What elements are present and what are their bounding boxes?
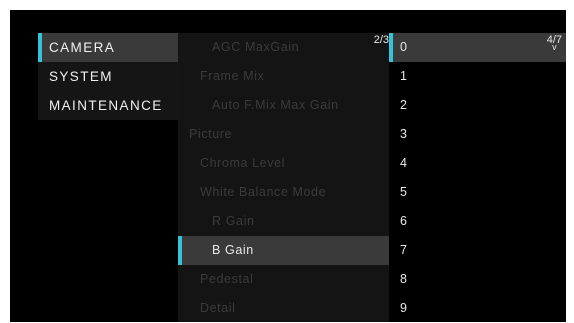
sub-menu-item-white-balance-mode[interactable]: White Balance Mode xyxy=(178,178,389,207)
sub-menu-item-label: White Balance Mode xyxy=(200,185,327,199)
sub-menu-item-auto-fmix-max-gain[interactable]: Auto F.Mix Max Gain xyxy=(178,91,389,120)
value-option[interactable]: 8 xyxy=(389,265,566,294)
sub-menu-item-label: B Gain xyxy=(212,243,254,257)
sub-menu-item-label: Auto F.Mix Max Gain xyxy=(212,98,339,112)
main-menu-item-system[interactable]: SYSTEM xyxy=(38,62,178,91)
sub-menu-item-pedestal[interactable]: Pedestal xyxy=(178,265,389,294)
sub-menu-item-picture[interactable]: Picture xyxy=(178,120,389,149)
camera-sub-menu: AGC MaxGain Frame Mix Auto F.Mix Max Gai… xyxy=(178,33,389,322)
sub-menu-item-b-gain[interactable]: B Gain xyxy=(178,236,389,265)
sub-menu-item-label: Chroma Level xyxy=(200,156,286,170)
value-option-label: 7 xyxy=(400,243,407,257)
main-menu-item-label: SYSTEM xyxy=(49,69,113,84)
sub-menu-item-label: Picture xyxy=(189,127,233,141)
value-option-label: 6 xyxy=(400,214,407,228)
value-option-label: 0 xyxy=(400,40,407,54)
main-menu-item-label: CAMERA xyxy=(49,40,116,55)
osd-menu-screen: CAMERA SYSTEM MAINTENANCE AGC MaxGain Fr… xyxy=(10,10,566,322)
sub-menu-item-chroma-level[interactable]: Chroma Level xyxy=(178,149,389,178)
value-option-label: 9 xyxy=(400,301,407,315)
value-option[interactable]: 6 xyxy=(389,207,566,236)
value-option-label: 1 xyxy=(400,69,407,83)
sub-menu-item-label: Frame Mix xyxy=(200,69,265,83)
value-option[interactable]: 5 xyxy=(389,178,566,207)
main-menu-item-maintenance[interactable]: MAINTENANCE xyxy=(38,91,178,120)
sub-menu-page-indicator: 2/3 xyxy=(373,34,389,46)
value-option[interactable]: 3 xyxy=(389,120,566,149)
value-list-page-indicator: 4/7 v xyxy=(547,34,562,52)
value-list: 0 1 2 3 4 5 6 7 8 9 4/7 v xyxy=(389,33,566,322)
value-option[interactable]: 2 xyxy=(389,91,566,120)
sub-menu-item-label: Pedestal xyxy=(200,272,254,286)
sub-menu-item-label: Detail xyxy=(200,301,236,315)
value-option[interactable]: 4 xyxy=(389,149,566,178)
sub-menu-item-r-gain[interactable]: R Gain xyxy=(178,207,389,236)
value-option[interactable]: 9 xyxy=(389,294,566,322)
main-menu: CAMERA SYSTEM MAINTENANCE xyxy=(38,33,178,120)
value-option-label: 5 xyxy=(400,185,407,199)
sub-menu-item-agc-maxgain[interactable]: AGC MaxGain xyxy=(178,33,389,62)
value-option-label: 8 xyxy=(400,272,407,286)
main-menu-item-camera[interactable]: CAMERA xyxy=(38,33,178,62)
value-option[interactable]: 1 xyxy=(389,62,566,91)
value-option-label: 4 xyxy=(400,156,407,170)
sub-menu-item-label: R Gain xyxy=(212,214,255,228)
value-option[interactable]: 0 xyxy=(389,33,566,62)
sub-menu-item-frame-mix[interactable]: Frame Mix xyxy=(178,62,389,91)
sub-menu-item-label: AGC MaxGain xyxy=(212,40,300,54)
main-menu-item-label: MAINTENANCE xyxy=(49,98,163,113)
value-option-label: 3 xyxy=(400,127,407,141)
value-option[interactable]: 7 xyxy=(389,236,566,265)
value-option-label: 2 xyxy=(400,98,407,112)
sub-menu-item-detail[interactable]: Detail xyxy=(178,294,389,322)
